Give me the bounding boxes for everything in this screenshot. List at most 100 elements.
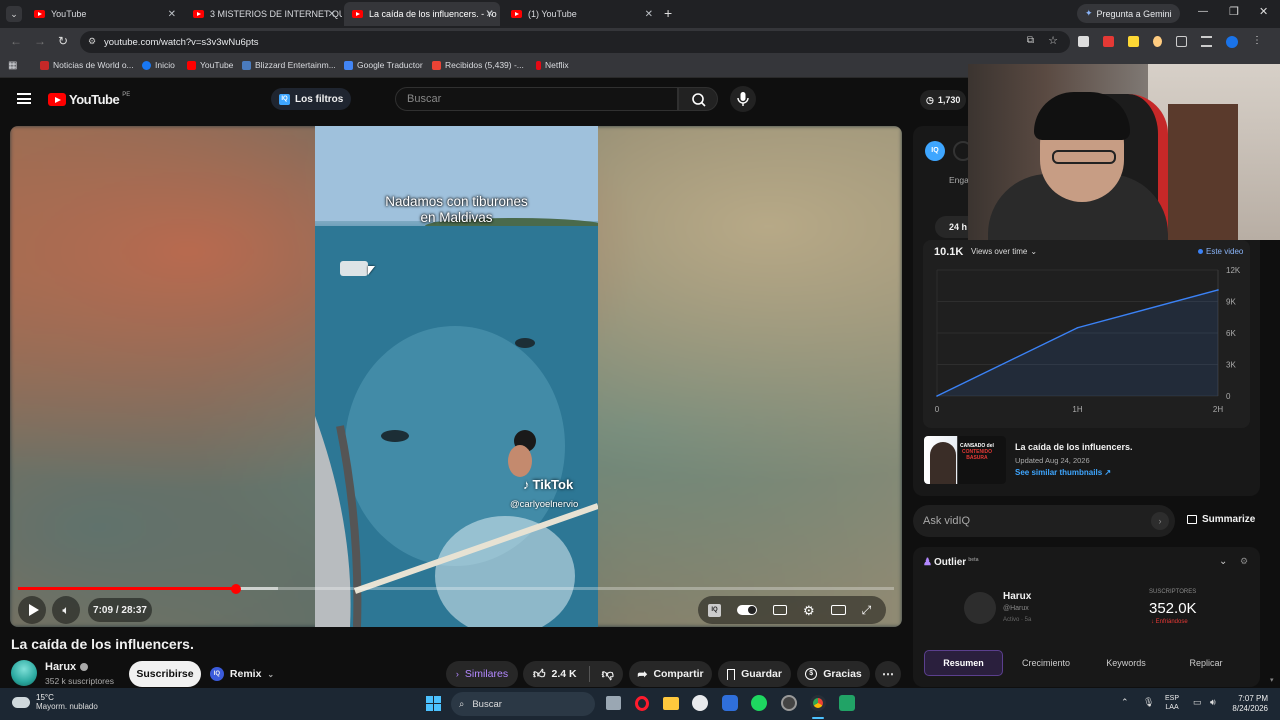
send-chevron-icon[interactable]: ›	[1151, 512, 1169, 530]
like-button[interactable]: 👍︎ 2.4 K	[533, 667, 577, 682]
minimize-window-icon[interactable]: —	[1198, 6, 1208, 17]
engagement-tab[interactable]: Enga	[949, 175, 969, 185]
start-button-icon[interactable]	[426, 696, 441, 711]
red-extension-icon[interactable]	[1103, 36, 1114, 47]
voice-search-button[interactable]	[730, 86, 756, 112]
media-control-icon[interactable]	[1201, 36, 1212, 47]
tab-resumen[interactable]: Resumen	[924, 650, 1003, 676]
autoplay-toggle[interactable]	[737, 605, 757, 615]
save-button[interactable]: Guardar	[718, 661, 791, 687]
w-extension-icon[interactable]	[1128, 36, 1139, 47]
time-display: 7:09 / 28:37	[88, 598, 152, 622]
ask-vidiq-input[interactable]: Ask vidIQ ›	[913, 505, 1175, 537]
weather-widget[interactable]: 15°C Mayorm. nublado	[12, 693, 98, 711]
similar-thumbnails-link[interactable]: See similar thumbnails ↗	[1015, 468, 1111, 477]
address-bar[interactable]: ⚙ youtube.com/watch?v=s3v3wNu6pts ⧉ ☆	[80, 31, 1070, 53]
close-window-icon[interactable]: ✕	[1259, 5, 1268, 18]
spotify-icon[interactable]	[751, 695, 767, 711]
thanks-button[interactable]: $ Gracias	[797, 661, 870, 687]
site-info-icon[interactable]: ⚙	[88, 36, 96, 47]
filters-button[interactable]: IQ Los filtros	[271, 88, 352, 110]
thumbnail-preview[interactable]: CANSADO del CONTENIDO BASURA	[924, 436, 1006, 484]
app-u-icon[interactable]	[692, 695, 708, 711]
search-button[interactable]	[678, 87, 718, 111]
clock[interactable]: 7:07 PM 8/24/2026	[1226, 694, 1268, 714]
more-actions-button[interactable]: ⋯	[875, 661, 901, 687]
share-button[interactable]: ➦ Compartir	[629, 661, 712, 687]
app-green-icon[interactable]	[839, 695, 855, 711]
close-tab-icon[interactable]: ✕	[328, 9, 336, 20]
close-tab-icon[interactable]: ✕	[486, 9, 494, 20]
apps-grid-icon[interactable]: ▦	[8, 60, 17, 71]
tab-crecimiento[interactable]: Crecimiento	[1006, 650, 1086, 676]
file-explorer-icon[interactable]	[663, 697, 679, 710]
volume-button[interactable]: 🔈︎	[52, 596, 80, 624]
collapse-chevron-icon[interactable]: ⌄	[1219, 556, 1227, 567]
scrubber-handle[interactable]	[231, 583, 242, 594]
bookmark-netflix[interactable]: Netflix	[536, 60, 569, 70]
channel-name[interactable]: Harux	[45, 661, 76, 673]
volume-tray-icon[interactable]: 🔊︎	[1210, 697, 1216, 708]
bookmark-gmail[interactable]: Recibidos (5,439) -...	[432, 60, 524, 70]
show-hidden-icons[interactable]: ⌃	[1121, 697, 1129, 708]
gemini-button[interactable]: ✦ Pregunta a Gemini	[1077, 4, 1180, 23]
page-scrollbar[interactable]: ▾	[1270, 676, 1274, 684]
network-icon[interactable]: ▭	[1193, 697, 1202, 708]
app-dark-icon[interactable]	[781, 695, 797, 711]
tab-keywords[interactable]: Keywords	[1086, 650, 1166, 676]
profile-avatar-icon[interactable]	[1226, 36, 1238, 48]
progress-bar[interactable]	[18, 583, 894, 594]
app-blue-icon[interactable]	[722, 695, 738, 711]
subscribe-button[interactable]: Suscribirse	[129, 661, 201, 687]
language-indicator[interactable]: ESP LAA	[1165, 694, 1179, 712]
puzzle-extension-icon[interactable]	[1176, 36, 1187, 47]
task-view-icon[interactable]	[606, 696, 621, 710]
tab-replicar[interactable]: Replicar	[1166, 650, 1246, 676]
search-input[interactable]: Buscar	[395, 87, 678, 111]
menu-dots-icon[interactable]: ⋮	[1252, 36, 1262, 48]
egg-extension-icon[interactable]	[1153, 36, 1162, 47]
tab-misterios[interactable]: 3 MISTERIOS DE INTERNET QUE ✕	[185, 2, 342, 26]
bookmark-noticias[interactable]: Noticias de World o...	[40, 60, 134, 70]
tab-youtube-notifications[interactable]: (1) YouTube ✕	[503, 2, 659, 26]
mic-tray-icon[interactable]: 🎙︎	[1143, 697, 1154, 708]
opera-icon[interactable]	[635, 696, 649, 711]
settings-gear-icon[interactable]: ⚙	[803, 604, 815, 617]
remix-button[interactable]: IQ Remix ⌄	[207, 661, 277, 687]
similares-button[interactable]: › Similares	[446, 661, 518, 687]
tab-youtube[interactable]: YouTube ✕	[26, 2, 182, 26]
bookmark-youtube[interactable]: YouTube	[187, 60, 233, 70]
youtube-logo[interactable]: YouTube PE	[48, 92, 130, 107]
reload-icon[interactable]: ↻	[58, 34, 68, 48]
install-app-icon[interactable]: ⧉	[1027, 35, 1034, 46]
vidiq-extension-icon[interactable]	[1078, 36, 1089, 47]
outlier-settings-icon[interactable]: ⚙	[1240, 556, 1248, 567]
bookmark-blizzard[interactable]: Blizzard Entertainm...	[242, 60, 336, 70]
bookmark-traductor[interactable]: Google Traductor	[344, 60, 423, 70]
weather-temp: 15°C	[36, 693, 54, 702]
summarize-button[interactable]: Summarize	[1187, 514, 1255, 525]
close-tab-icon[interactable]: ✕	[645, 9, 653, 20]
youtube-favicon-icon	[511, 10, 522, 18]
restore-window-icon[interactable]: ❐	[1229, 5, 1239, 18]
bookmark-star-icon[interactable]: ☆	[1048, 34, 1058, 47]
close-tab-icon[interactable]: ✕	[168, 9, 176, 20]
subtitles-icon[interactable]	[773, 605, 787, 615]
theater-mode-icon[interactable]	[830, 605, 846, 615]
youtube-favicon-icon	[193, 10, 204, 18]
bookmark-inicio[interactable]: Inicio	[142, 60, 175, 70]
dislike-button[interactable]: 👎︎	[602, 667, 614, 682]
taskbar-search[interactable]: ⌕ Buscar	[451, 692, 595, 716]
video-player[interactable]: Nadamos con tiburones en Maldivas ♪ TikTo…	[10, 126, 902, 627]
hamburger-menu-icon[interactable]	[17, 93, 31, 104]
channel-avatar[interactable]	[11, 660, 37, 686]
vidiq-player-icon[interactable]: IQ	[708, 603, 721, 617]
new-tab-button[interactable]: +	[664, 5, 672, 21]
fullscreen-icon[interactable]: ⤢	[862, 604, 872, 616]
back-icon[interactable]: ←	[10, 34, 22, 48]
tab-search-icon[interactable]: ⌄	[6, 6, 22, 22]
chrome-icon[interactable]	[810, 695, 826, 711]
forward-icon[interactable]: →	[34, 34, 46, 48]
tab-influencers[interactable]: La caída de los influencers. - Yo ✕	[344, 2, 500, 26]
play-button[interactable]	[18, 596, 46, 624]
